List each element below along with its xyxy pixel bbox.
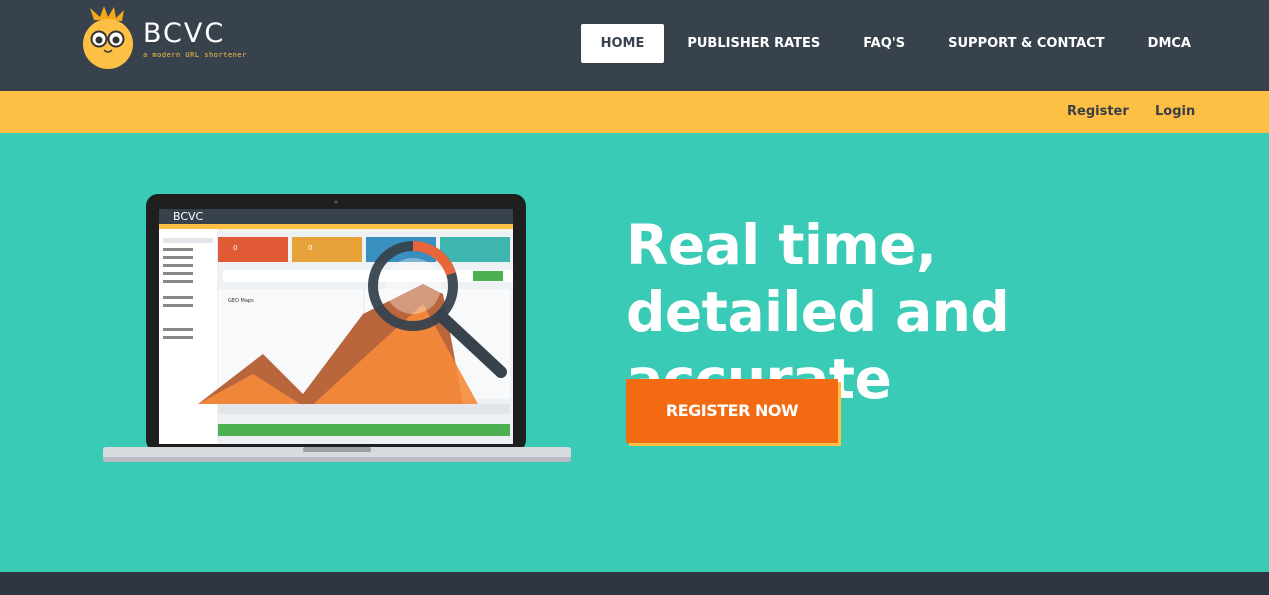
owl-logo-icon [83, 6, 133, 69]
brand-name: BCVC [143, 18, 226, 49]
hero-section: BCVC 0 0 GEO Maps Real time, detailed an… [0, 133, 1269, 572]
brand-tagline: a modern URL shortener [143, 51, 247, 59]
register-link[interactable]: Register [1067, 104, 1129, 119]
headline-line-1: Real time, [626, 213, 937, 277]
top-navigation-bar: BCVC a modern URL shortener HOME PUBLISH… [0, 0, 1269, 91]
svg-text:GEO Maps: GEO Maps [228, 298, 254, 304]
nav-support-contact[interactable]: SUPPORT & CONTACT [928, 24, 1125, 63]
bottom-section [0, 572, 1269, 595]
register-now-button[interactable]: REGISTER NOW [626, 379, 838, 443]
nav-publisher-rates[interactable]: PUBLISHER RATES [667, 24, 840, 63]
laptop-dashboard-illustration: BCVC 0 0 GEO Maps [103, 194, 571, 462]
nav-home[interactable]: HOME [580, 24, 665, 63]
nav-dmca[interactable]: DMCA [1128, 24, 1211, 63]
svg-text:0: 0 [308, 244, 312, 252]
main-nav: HOME PUBLISHER RATES FAQ'S SUPPORT & CON… [578, 24, 1211, 63]
nav-faqs[interactable]: FAQ'S [843, 24, 925, 63]
account-bar: Register Login [0, 91, 1269, 133]
svg-text:BCVC: BCVC [173, 210, 204, 223]
login-link[interactable]: Login [1155, 104, 1195, 119]
logo[interactable]: BCVC a modern URL shortener [80, 6, 250, 72]
svg-text:0: 0 [233, 244, 237, 252]
